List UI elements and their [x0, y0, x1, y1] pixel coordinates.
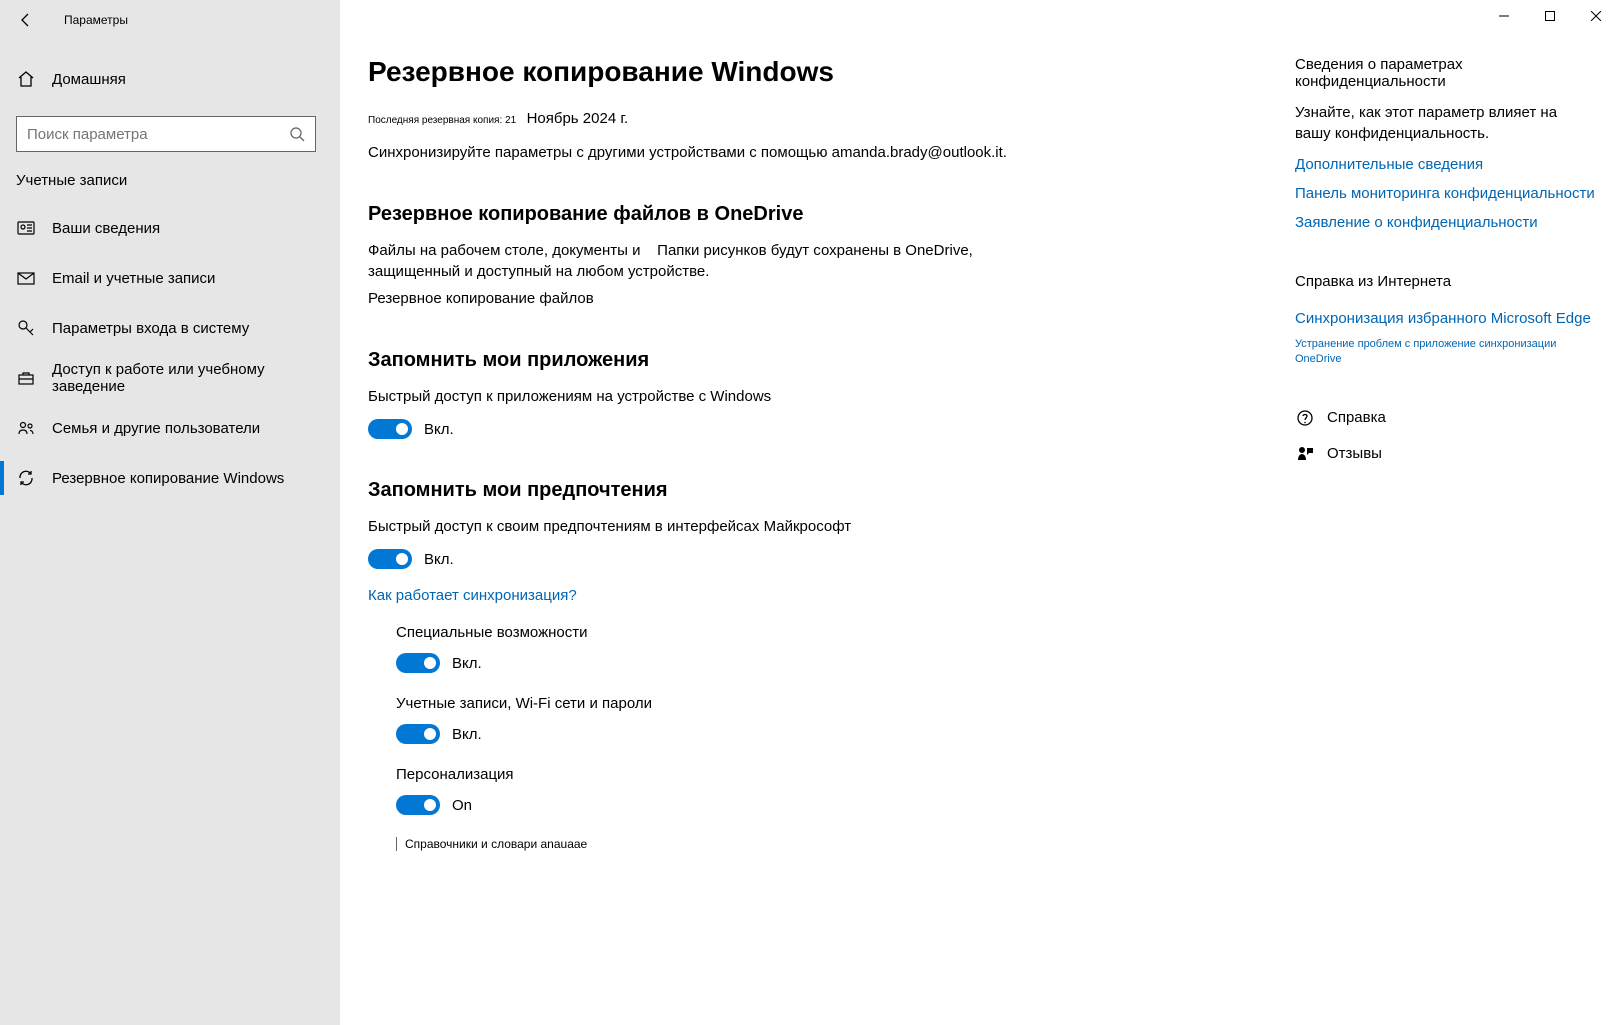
- sidebar-item-work[interactable]: Доступ к работе или учебному заведение: [0, 353, 340, 403]
- toggle-label: Вкл.: [452, 726, 482, 743]
- toggle-accessibility[interactable]: [396, 653, 440, 673]
- action-help[interactable]: Справка: [1295, 408, 1595, 428]
- person-card-icon: [16, 218, 36, 238]
- link-how-sync-works[interactable]: Как работает синхронизация?: [368, 587, 1040, 604]
- sync-icon: [16, 468, 36, 488]
- close-button[interactable]: [1573, 0, 1619, 32]
- sidebar-item-email[interactable]: Email и учетные записи: [0, 253, 340, 303]
- last-backup-date: Ноябрь 2024 г.: [527, 110, 629, 127]
- sidebar-item-label: Ваши сведения: [52, 220, 160, 237]
- key-icon: [16, 318, 36, 338]
- search-box[interactable]: [16, 116, 316, 152]
- prefs-desc: Быстрый доступ к своим предпочтениям в и…: [368, 516, 1040, 537]
- sidebar-item-label: Резервное копирование Windows: [52, 470, 284, 487]
- toggle-label: Вкл.: [424, 421, 454, 438]
- apps-desc: Быстрый доступ к приложениям на устройст…: [368, 386, 1040, 407]
- minimize-button[interactable]: [1481, 0, 1527, 32]
- link-privacy-statement[interactable]: Заявление о конфиденциальности: [1295, 212, 1595, 233]
- toggle-label: On: [452, 797, 472, 814]
- label-accounts-wifi: Учетные записи, Wi-Fi сети и пароли: [396, 695, 1040, 712]
- link-privacy-dashboard[interactable]: Панель мониторинга конфиденциальности: [1295, 183, 1595, 204]
- apps-heading: Запомнить мои приложения: [368, 349, 1040, 372]
- search-icon: [289, 126, 305, 142]
- last-backup-label: Последняя резервная копия: 21: [368, 115, 516, 126]
- mail-icon: [16, 268, 36, 288]
- minimize-icon: [1499, 11, 1509, 21]
- link-edge-sync[interactable]: Синхронизация избранного Microsoft Edge: [1295, 308, 1595, 329]
- toggle-label: Вкл.: [424, 551, 454, 568]
- label-accessibility: Специальные возможности: [396, 624, 1040, 641]
- onedrive-desc: Файлы на рабочем столе, документы и Папк…: [368, 240, 1040, 282]
- toggle-remember-apps[interactable]: [368, 419, 412, 439]
- label-personalization: Персонализация: [396, 766, 1040, 783]
- sidebar-section-accounts: Учетные записи: [0, 172, 340, 203]
- onedrive-files: Резервное копирование файлов: [368, 288, 1040, 309]
- toggle-personalization[interactable]: [396, 795, 440, 815]
- page-title: Резервное копирование Windows: [368, 56, 1040, 88]
- sync-description: Синхронизируйте параметры с другими устр…: [368, 142, 1040, 163]
- privacy-desc: Узнайте, как этот параметр влияет на ваш…: [1295, 102, 1595, 144]
- home-icon: [16, 69, 36, 89]
- window-title: Параметры: [64, 13, 128, 27]
- nav-home[interactable]: Домашняя: [0, 54, 340, 104]
- link-more-info[interactable]: Дополнительные сведения: [1295, 154, 1595, 175]
- action-label: Справка: [1327, 409, 1386, 426]
- sidebar-item-your-info[interactable]: Ваши сведения: [0, 203, 340, 253]
- toggle-label: Вкл.: [452, 655, 482, 672]
- toggle-accounts-wifi[interactable]: [396, 724, 440, 744]
- sidebar-item-label: Семья и другие пользователи: [52, 420, 260, 437]
- briefcase-icon: [16, 368, 36, 388]
- maximize-button[interactable]: [1527, 0, 1573, 32]
- action-feedback[interactable]: Отзывы: [1295, 444, 1595, 464]
- arrow-left-icon: [18, 12, 34, 28]
- sidebar-item-backup[interactable]: Резервное копирование Windows: [0, 453, 340, 503]
- action-label: Отзывы: [1327, 445, 1382, 462]
- help-icon: [1295, 408, 1315, 428]
- maximize-icon: [1545, 11, 1555, 21]
- prefs-heading: Запомнить мои предпочтения: [368, 479, 1040, 502]
- sidebar-item-label: Параметры входа в систему: [52, 320, 249, 337]
- back-button[interactable]: [10, 4, 42, 36]
- toggle-remember-prefs[interactable]: [368, 549, 412, 569]
- onedrive-heading: Резервное копирование файлов в OneDrive: [368, 203, 1040, 226]
- link-onedrive-fix[interactable]: Устранение проблем с приложение синхрони…: [1295, 337, 1595, 368]
- sidebar-item-label: Email и учетные записи: [52, 270, 215, 287]
- label-dictionaries: Справочники и словари anauaae: [396, 837, 1040, 851]
- close-icon: [1591, 11, 1601, 21]
- search-input[interactable]: [27, 126, 279, 143]
- nav-home-label: Домашняя: [52, 71, 126, 88]
- privacy-heading: Сведения о параметрах конфиденциальности: [1295, 56, 1595, 90]
- people-icon: [16, 418, 36, 438]
- help-heading: Справка из Интернета: [1295, 273, 1595, 290]
- sidebar-item-label: Доступ к работе или учебному заведение: [52, 361, 324, 395]
- sidebar-item-signin[interactable]: Параметры входа в систему: [0, 303, 340, 353]
- sidebar-item-family[interactable]: Семья и другие пользователи: [0, 403, 340, 453]
- feedback-icon: [1295, 444, 1315, 464]
